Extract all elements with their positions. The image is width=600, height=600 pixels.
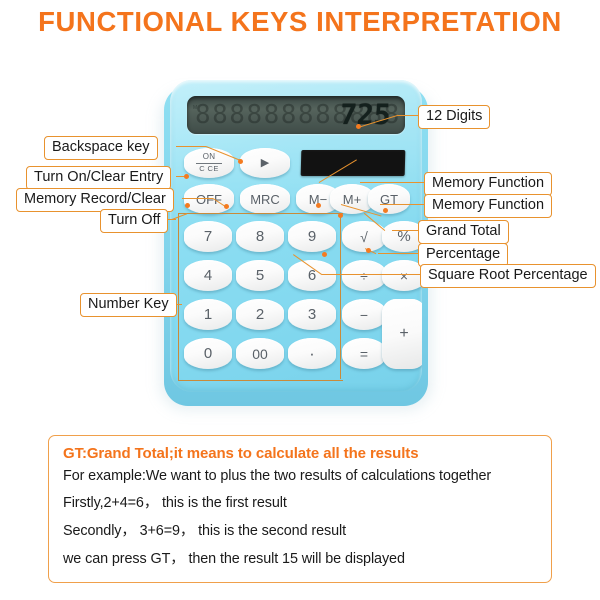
note-line-2: Firstly,2+4=6， this is the first result — [63, 495, 287, 511]
number-key-bracket-right — [340, 213, 342, 379]
note-line-4: we can press GT， then the result 15 will… — [63, 551, 405, 567]
plus-icon: + — [399, 325, 409, 342]
callout-memory-function-1: Memory Function — [424, 172, 553, 196]
backspace-arrow-icon: ▶ — [260, 156, 270, 169]
dot-backspace — [238, 159, 243, 164]
callout-12-digits: 12 Digits — [418, 105, 491, 129]
lead-sqrt-h — [322, 274, 422, 276]
minus-icon: − — [359, 306, 369, 323]
key-on-ce[interactable]: ON C CE — [184, 148, 234, 178]
page-root: FUNCTIONAL KEYS INTERPRETATION 888888888… — [0, 0, 600, 600]
dot-percentage — [366, 248, 371, 253]
percent-icon: % — [397, 228, 411, 245]
note-line-1: For example:We want to plus the two resu… — [63, 468, 492, 484]
callout-number-key: Number Key — [80, 293, 177, 317]
lead-backspace-h — [176, 146, 206, 148]
dot-turn-on — [184, 174, 189, 179]
callout-turn-off: Turn Off — [100, 209, 169, 233]
lead-memfn1-h — [360, 182, 426, 184]
lead-12digits-h — [398, 115, 420, 117]
key-on-ce-bottom: C CE — [199, 164, 219, 174]
key-m-plus-label: M+ — [342, 191, 362, 207]
grand-total-explanation-box: GT:Grand Total;it means to calculate all… — [48, 435, 552, 583]
callout-grand-total: Grand Total — [418, 220, 509, 244]
key-multiply[interactable]: × — [382, 260, 422, 291]
number-key-bracket — [178, 213, 343, 381]
key-mrc-label: MRC — [250, 191, 280, 207]
lead-memory-record-h — [182, 198, 213, 200]
callout-square-root-percentage: Square Root Percentage — [420, 264, 596, 288]
dot-12digits — [356, 124, 361, 129]
key-gt[interactable]: GT — [368, 184, 410, 214]
lcd-value: 725 — [339, 98, 393, 131]
lead-percentage-h — [378, 253, 420, 255]
lead-grandtotal-h — [392, 230, 420, 232]
lcd-display: 888888888888 M 725 — [187, 96, 405, 134]
solar-panel — [300, 150, 406, 176]
dot-sqrt — [322, 252, 327, 257]
calculator-body: 888888888888 M 725 ON C CE ▶ OFF MRC — [170, 80, 422, 392]
callout-memory-function-2: Memory Function — [424, 194, 553, 218]
key-backspace[interactable]: ▶ — [240, 148, 290, 178]
dot-memfn2 — [338, 213, 343, 218]
key-mrc[interactable]: MRC — [240, 184, 290, 214]
lcd-memory-indicator: M — [193, 105, 198, 111]
square-root-icon: √ — [360, 228, 368, 245]
dot-turn-off — [185, 203, 190, 208]
callout-turn-on-clear-entry: Turn On/Clear Entry — [26, 166, 172, 190]
dot-grandtotal — [383, 208, 388, 213]
divide-icon: ÷ — [360, 267, 368, 284]
note-line-3: Secondly， 3+6=9， this is the second resu… — [63, 523, 346, 539]
dot-memfn1 — [316, 203, 321, 208]
lead-memfn2-h — [380, 204, 426, 206]
key-equals[interactable]: = — [342, 338, 386, 369]
note-title: GT:Grand Total;it means to calculate all… — [63, 445, 419, 462]
calculator-illustration: 888888888888 M 725 ON C CE ▶ OFF MRC — [152, 72, 440, 410]
equals-icon: = — [359, 345, 369, 362]
key-plus[interactable]: + — [382, 299, 422, 369]
key-on-ce-top: ON — [202, 152, 216, 162]
multiply-icon: × — [399, 267, 409, 284]
key-divide[interactable]: ÷ — [342, 260, 386, 291]
key-percent[interactable]: % — [382, 221, 422, 252]
page-title: FUNCTIONAL KEYS INTERPRETATION — [38, 6, 562, 37]
key-minus[interactable]: − — [342, 299, 386, 330]
dot-memory-record — [224, 204, 229, 209]
callout-backspace-key: Backspace key — [44, 136, 158, 160]
